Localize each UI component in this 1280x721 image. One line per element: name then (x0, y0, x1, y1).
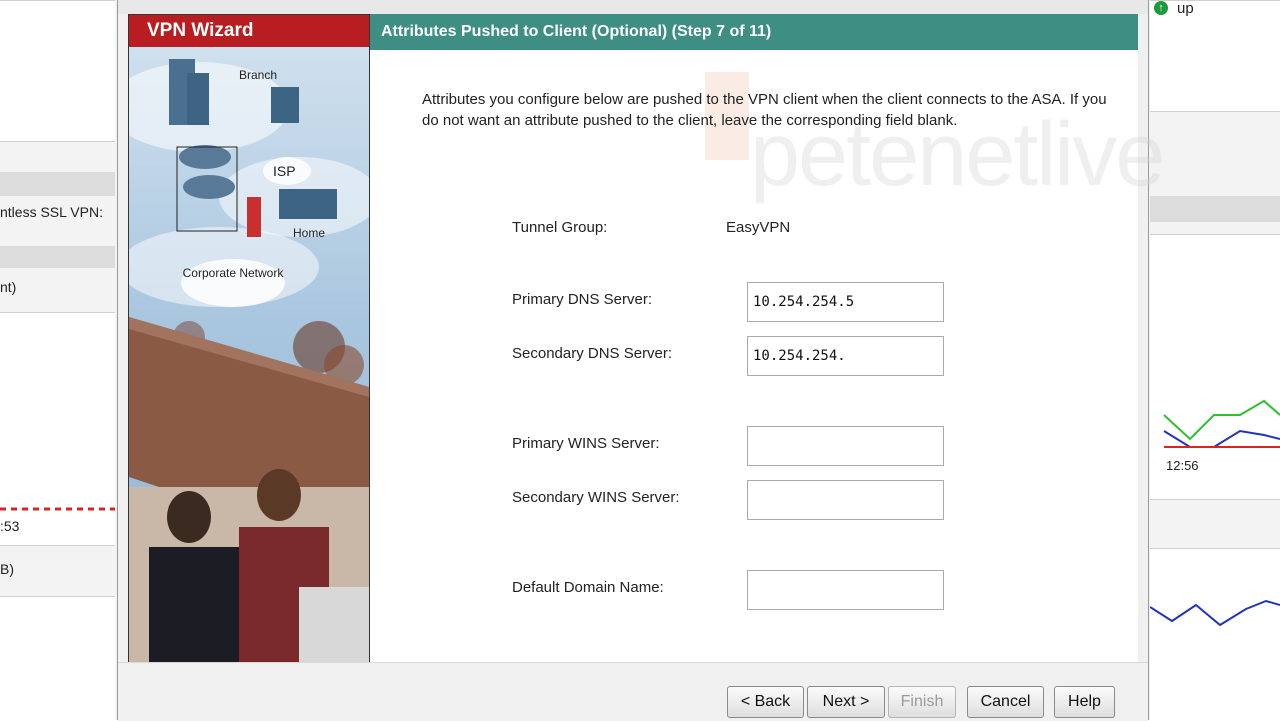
background-text: nt) (0, 279, 17, 295)
background-text: B) (0, 561, 14, 577)
illustration-label-home: Home (293, 226, 325, 240)
background-panel (1150, 0, 1280, 112)
chart-series-blue (1163, 429, 1280, 448)
cancel-button[interactable]: Cancel (967, 686, 1044, 718)
firewall-icon (247, 197, 261, 237)
home-pc-icon (279, 189, 337, 219)
background-chart-panel (1149, 548, 1280, 720)
step-description: Attributes you configure below are pushe… (422, 91, 1107, 129)
background-text: :53 (0, 518, 20, 534)
background-panel (0, 0, 115, 142)
chart-time-label: 12:56 (1166, 458, 1199, 473)
secondary-wins-label: Secondary WINS Server: (512, 489, 680, 506)
step-title: Attributes Pushed to Client (Optional) (… (370, 14, 1138, 50)
background-chart (1149, 599, 1280, 627)
background-band (1150, 196, 1280, 222)
next-button[interactable]: Next > (807, 686, 885, 718)
background-chart (0, 507, 115, 511)
wizard-illustration: Branch ISP Home Corporate Network (129, 47, 369, 663)
illustration-label-isp: ISP (273, 163, 296, 179)
branch-building-icon (271, 87, 299, 123)
background-app-left: ntless SSL VPN: nt) :53 B) (0, 0, 120, 720)
wizard-button-bar: < Back Next > Finish Cancel Help (118, 662, 1148, 721)
secondary-dns-label: Secondary DNS Server: (512, 345, 673, 362)
background-panel (0, 596, 115, 720)
secondary-dns-input[interactable] (747, 336, 944, 376)
default-domain-label: Default Domain Name: (512, 579, 664, 596)
primary-wins-input[interactable] (747, 426, 944, 466)
wizard-title: VPN Wizard (129, 15, 369, 47)
primary-dns-input[interactable] (747, 282, 944, 322)
status-text: up (1177, 0, 1194, 17)
status-up-icon: ↑ (1154, 1, 1168, 15)
primary-dns-label: Primary DNS Server: (512, 291, 653, 308)
people-photo (129, 469, 369, 663)
wizard-step-panel: petenetlive Attributes Pushed to Client … (370, 14, 1165, 662)
back-button[interactable]: < Back (727, 686, 804, 718)
illustration-label-branch: Branch (239, 68, 277, 82)
tunnel-group-value: EasyVPN (726, 219, 791, 236)
background-chart-panel (0, 312, 115, 546)
background-text: ntless SSL VPN: (0, 204, 103, 220)
wizard-sidebar: VPN Wizard Branch ISP Home Corporate Net… (128, 14, 370, 664)
background-app-right: ↑ up 12:56 (1146, 0, 1280, 720)
finish-button[interactable]: Finish (888, 686, 956, 718)
primary-wins-label: Primary WINS Server: (512, 435, 660, 452)
dialog-title-strip (118, 0, 1148, 14)
background-band (0, 172, 115, 196)
illustration-label-corporate-network: Corporate Network (183, 266, 285, 280)
default-domain-input[interactable] (747, 570, 944, 610)
background-band (0, 246, 115, 268)
chart-series-blue (1149, 599, 1280, 627)
chart-series-green (1163, 399, 1280, 441)
vpn-wizard-dialog: VPN Wizard Branch ISP Home Corporate Net… (117, 0, 1165, 721)
secondary-wins-input[interactable] (747, 480, 944, 520)
tunnel-group-label: Tunnel Group: (512, 219, 608, 236)
help-button[interactable]: Help (1054, 686, 1115, 718)
